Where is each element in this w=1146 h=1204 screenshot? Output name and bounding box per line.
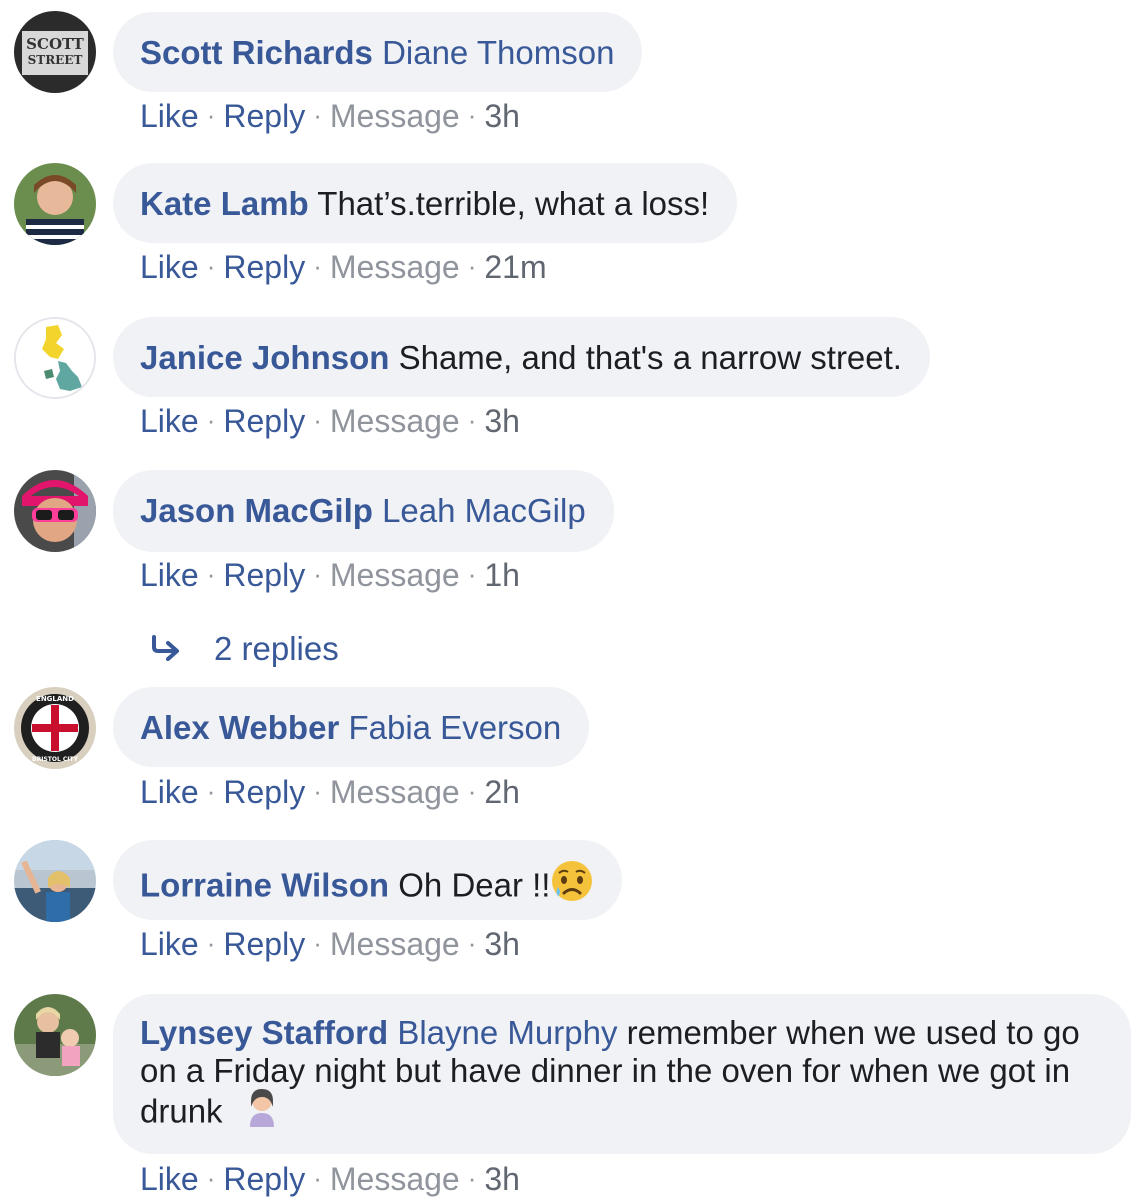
tagged-user[interactable]: Blayne Murphy	[397, 1014, 617, 1051]
avatar[interactable]: SCOTT STREET	[14, 11, 96, 93]
comment-author[interactable]: Jason MacGilp	[140, 492, 373, 529]
like-button[interactable]: Like	[140, 774, 199, 810]
comment-actions: Like · Reply · Message · 3h	[140, 98, 520, 136]
separator: ·	[313, 100, 322, 130]
like-button[interactable]: Like	[140, 926, 199, 962]
avatar[interactable]	[14, 840, 96, 922]
separator: ·	[313, 559, 322, 589]
svg-text:ENGLAND: ENGLAND	[36, 695, 74, 703]
message-button[interactable]: Message	[330, 1161, 460, 1197]
reply-button[interactable]: Reply	[223, 1161, 305, 1197]
reply-button[interactable]: Reply	[223, 774, 305, 810]
comment-bubble: Scott Richards Diane Thomson	[113, 12, 643, 92]
comment-bubble: Lynsey Stafford Blayne Murphy remember w…	[113, 994, 1131, 1154]
comment-actions: Like · Reply · Message · 2h	[140, 774, 520, 812]
comment-author[interactable]: Lynsey Stafford	[140, 1014, 388, 1051]
comment-author[interactable]: Kate Lamb	[140, 185, 309, 222]
separator: ·	[467, 559, 477, 589]
avatar[interactable]	[14, 994, 96, 1076]
like-button[interactable]: Like	[140, 98, 199, 134]
separator: ·	[206, 776, 216, 806]
tagged-user[interactable]: Leah MacGilp	[382, 492, 586, 529]
reply-button[interactable]: Reply	[223, 926, 305, 962]
svg-text:SCOTT: SCOTT	[26, 35, 84, 53]
separator: ·	[206, 100, 216, 130]
avatar[interactable]	[14, 470, 96, 552]
comment-bubble: Janice Johnson Shame, and that's a narro…	[113, 317, 930, 397]
comment-actions: Like · Reply · Message · 21m	[140, 249, 547, 287]
separator: ·	[313, 1163, 322, 1193]
comment-bubble: Kate Lamb That’s.terrible, what a loss!	[113, 163, 738, 243]
separator: ·	[206, 928, 216, 958]
like-button[interactable]: Like	[140, 557, 199, 593]
separator: ·	[313, 251, 322, 281]
separator: ·	[467, 100, 477, 130]
comment-timestamp[interactable]: 3h	[484, 98, 520, 134]
comment-timestamp[interactable]: 2h	[484, 774, 520, 810]
avatar[interactable]: ENGLAND BRISTOL CITY	[14, 687, 96, 769]
comment-actions: Like · Reply · Message · 3h	[140, 926, 520, 964]
comment-author[interactable]: Alex Webber	[140, 709, 339, 746]
separator: ·	[467, 928, 477, 958]
message-button[interactable]: Message	[330, 557, 460, 593]
separator: ·	[313, 928, 322, 958]
comment-timestamp[interactable]: 3h	[484, 926, 520, 962]
comment-text: Shame, and that's a narrow street.	[398, 339, 902, 376]
separator: ·	[467, 405, 477, 435]
reply-arrow-icon	[152, 635, 179, 662]
message-button[interactable]: Message	[330, 403, 460, 439]
replies-count-label[interactable]: 2 replies	[214, 630, 339, 667]
separator: ·	[206, 559, 216, 589]
comment-text: That’s.terrible, what a loss!	[317, 185, 710, 222]
comment-bubble: Alex Webber Fabia Everson	[113, 687, 590, 767]
sad-sweat-face-emoji	[550, 859, 594, 911]
like-button[interactable]: Like	[140, 249, 199, 285]
reply-button[interactable]: Reply	[223, 403, 305, 439]
comment-actions: Like · Reply · Message · 3h	[140, 1161, 520, 1199]
reply-button[interactable]: Reply	[223, 249, 305, 285]
like-button[interactable]: Like	[140, 1161, 199, 1197]
comment-timestamp[interactable]: 3h	[484, 403, 520, 439]
comment-actions: Like · Reply · Message · 3h	[140, 403, 520, 441]
comment-bubble: Lorraine Wilson Oh Dear !!	[113, 840, 623, 920]
separator: ·	[313, 405, 322, 435]
svg-text:STREET: STREET	[28, 53, 83, 67]
message-button[interactable]: Message	[330, 98, 460, 134]
like-button[interactable]: Like	[140, 403, 199, 439]
message-button[interactable]: Message	[330, 249, 460, 285]
separator: ·	[206, 1163, 216, 1193]
comment-author[interactable]: Lorraine Wilson	[140, 867, 389, 904]
comment-timestamp[interactable]: 3h	[484, 1161, 520, 1197]
tagged-user[interactable]: Diane Thomson	[382, 34, 614, 71]
comment-bubble: Jason MacGilp Leah MacGilp	[113, 470, 614, 552]
avatar[interactable]	[14, 317, 96, 399]
comment-author[interactable]: Janice Johnson	[140, 339, 389, 376]
comment-text: Oh Dear !!	[398, 866, 551, 904]
comment-timestamp[interactable]: 1h	[484, 557, 520, 593]
separator: ·	[467, 251, 477, 281]
message-button[interactable]: Message	[330, 926, 460, 962]
comment-actions: Like · Reply · Message · 1h	[140, 557, 520, 595]
tagged-user[interactable]: Fabia Everson	[348, 709, 561, 746]
comment-author[interactable]: Scott Richards	[140, 34, 373, 71]
separator: ·	[206, 405, 216, 435]
comment-timestamp[interactable]: 21m	[484, 249, 546, 285]
separator: ·	[467, 776, 477, 806]
avatar[interactable]	[14, 163, 96, 245]
separator: ·	[467, 1163, 477, 1193]
view-replies-link[interactable]: 2 replies	[150, 630, 339, 668]
separator: ·	[313, 776, 322, 806]
svg-text:BRISTOL CITY: BRISTOL CITY	[32, 756, 79, 763]
message-button[interactable]: Message	[330, 774, 460, 810]
separator: ·	[206, 251, 216, 281]
facepalm-woman-emoji	[242, 1087, 282, 1135]
reply-button[interactable]: Reply	[223, 98, 305, 134]
reply-button[interactable]: Reply	[223, 557, 305, 593]
